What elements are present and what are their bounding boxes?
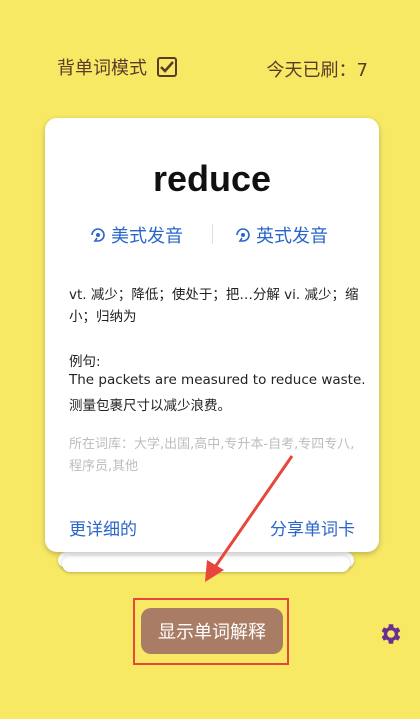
example-english: The packets are measured to reduce waste… [69, 372, 366, 388]
word-title: reduce [152, 158, 272, 199]
example-label: 例句: [69, 354, 101, 370]
today-count: 今天已刷：7 [266, 60, 368, 81]
pron-divider [212, 224, 213, 244]
word-card: reduce 美式发音 英式发音 vt. 减少；降低；使处于；把…分解 vi. … [45, 118, 379, 552]
word-library-text: 所在词库：大学,出国,高中,专升本-自考,专四专八,程序员,其他 [69, 437, 355, 474]
more-details-link[interactable]: 更详细的 [69, 515, 137, 540]
share-card-link[interactable]: 分享单词卡 [270, 515, 355, 540]
pron-uk-button[interactable]: 英式发音 [234, 222, 328, 248]
example-chinese: 测量包裹尺寸以减少浪费。 [69, 398, 231, 414]
top-bar: 背单词模式 今天已刷：7 [0, 0, 420, 100]
pron-uk-label: 英式发音 [256, 226, 328, 247]
gear-icon[interactable] [377, 621, 403, 647]
speaker-icon [91, 228, 105, 242]
pron-us-button[interactable]: 美式发音 [89, 222, 183, 248]
card-stack-layer [62, 556, 350, 572]
mode-label: 背单词模式 [57, 58, 147, 79]
speaker-icon [236, 228, 250, 242]
checkbox-checked-icon[interactable] [157, 57, 177, 77]
pron-us-label: 美式发音 [111, 226, 183, 247]
annotation-highlight-box [133, 598, 289, 665]
definition-text: vt. 减少；降低；使处于；把…分解 vi. 减少；缩小；归纳为 [69, 287, 359, 325]
memorize-mode-toggle[interactable]: 背单词模式 [57, 54, 177, 80]
